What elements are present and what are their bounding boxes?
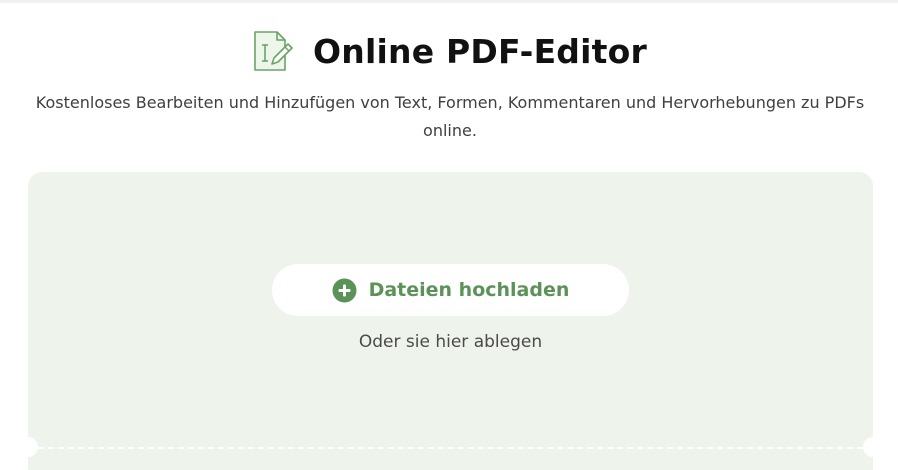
file-dropzone[interactable]: Dateien hochladen Oder sie hier ablegen bbox=[18, 172, 883, 470]
top-edge bbox=[0, 0, 898, 3]
divider-notch-right bbox=[863, 437, 883, 457]
divider-notch-left bbox=[18, 437, 38, 457]
plus-circle-icon bbox=[332, 278, 357, 303]
page-header: Online PDF-Editor bbox=[0, 26, 898, 76]
upload-files-button[interactable]: Dateien hochladen bbox=[272, 264, 629, 316]
upload-button-label: Dateien hochladen bbox=[368, 279, 570, 301]
dashed-divider bbox=[28, 447, 873, 449]
pdf-edit-document-icon bbox=[251, 28, 297, 74]
drop-hint-text: Oder sie hier ablegen bbox=[358, 332, 543, 352]
page-title: Online PDF-Editor bbox=[313, 31, 647, 71]
page: Online PDF-Editor Kostenloses Bearbeiten… bbox=[0, 0, 898, 470]
page-subtitle: Kostenloses Bearbeiten und Hinzufügen vo… bbox=[35, 93, 865, 140]
